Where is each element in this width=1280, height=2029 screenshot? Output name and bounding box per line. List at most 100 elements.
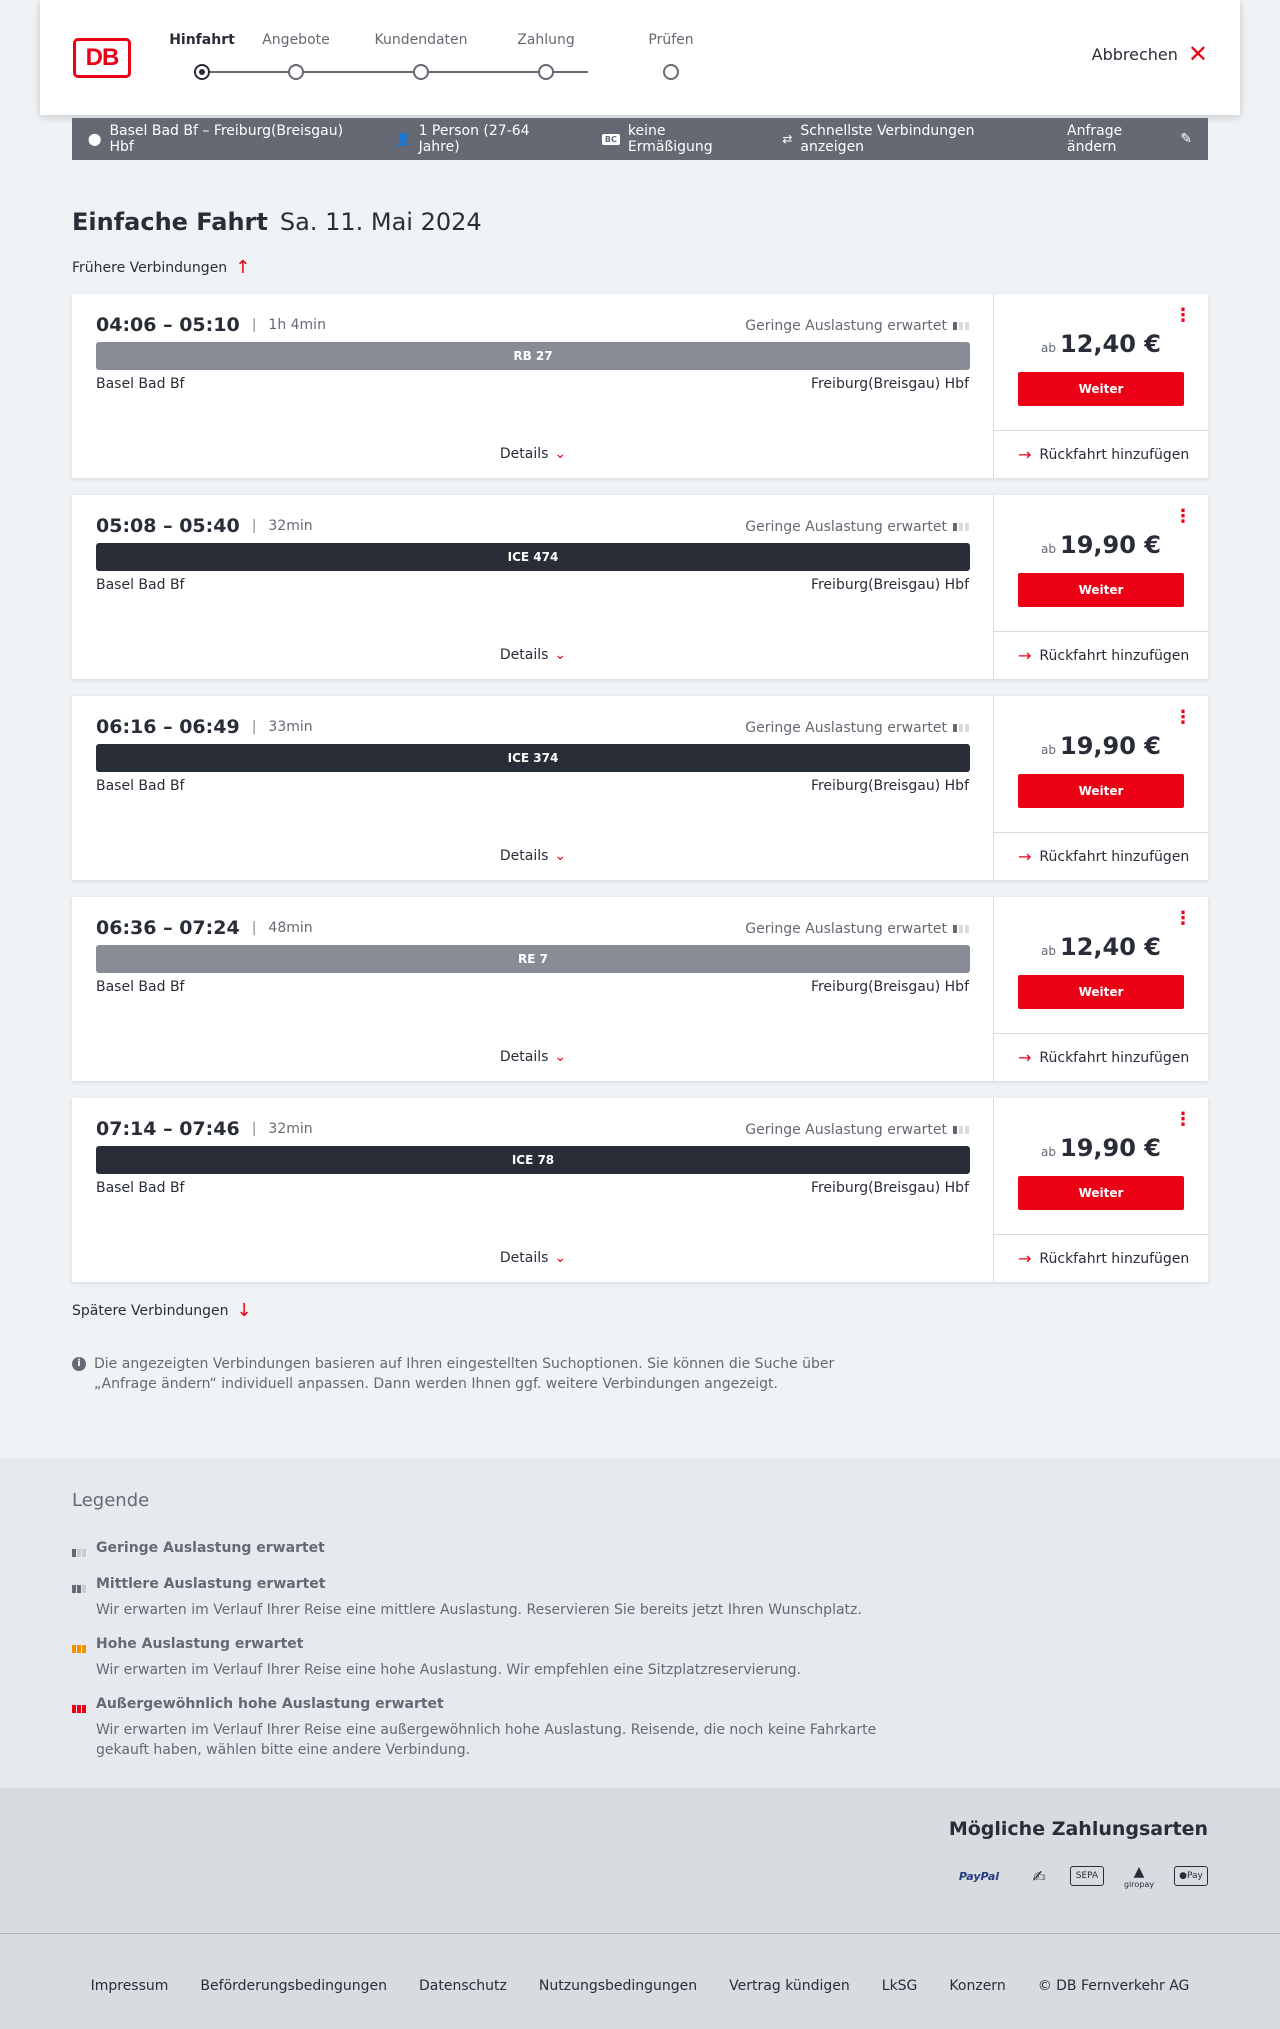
arrow-down-icon: ↓ bbox=[236, 1300, 252, 1321]
details-toggle[interactable]: Details ⌄ bbox=[72, 1049, 994, 1065]
step-dot bbox=[194, 64, 210, 80]
utilization-low-icon bbox=[953, 925, 969, 933]
add-return-trip-button[interactable]: → Rückfahrt hinzufügen bbox=[994, 832, 1208, 880]
details-toggle[interactable]: Details ⌄ bbox=[72, 446, 994, 462]
train-bar[interactable]: RE 7 bbox=[96, 945, 970, 973]
utilization-low-icon bbox=[953, 322, 969, 330]
footer-link-datenschutz[interactable]: Datenschutz bbox=[419, 1978, 507, 1994]
divider: | bbox=[251, 719, 257, 735]
details-toggle[interactable]: Details ⌄ bbox=[72, 1250, 994, 1266]
price: ab 19,90 € bbox=[994, 531, 1208, 559]
more-options-icon[interactable]: ⋮ bbox=[1174, 709, 1192, 727]
credit-card-icon: ✍ bbox=[1032, 1866, 1046, 1886]
route-text: Basel Bad Bf – Freiburg(Breisgau) Hbf bbox=[109, 123, 344, 155]
connection-info: 06:16 – 06:49 | 33min Geringe Auslastung… bbox=[72, 696, 994, 880]
price-prefix: ab bbox=[1041, 542, 1056, 556]
continue-button[interactable]: Weiter bbox=[1018, 372, 1184, 406]
legend-desc: Wir erwarten im Verlauf Ihrer Reise eine… bbox=[96, 1662, 801, 1678]
train-bar[interactable]: ICE 474 bbox=[96, 543, 970, 571]
continue-button[interactable]: Weiter bbox=[1018, 573, 1184, 607]
step-label: Angebote bbox=[262, 32, 330, 48]
route-summary[interactable]: ⬤ Basel Bad Bf – Freiburg(Breisgau) Hbf bbox=[88, 123, 364, 155]
cancel-label: Abbrechen bbox=[1091, 44, 1178, 64]
db-logo[interactable]: DB bbox=[73, 38, 131, 78]
continue-button[interactable]: Weiter bbox=[1018, 1176, 1184, 1210]
add-return-trip-button[interactable]: → Rückfahrt hinzufügen bbox=[994, 631, 1208, 679]
add-return-trip-button[interactable]: → Rückfahrt hinzufügen bbox=[994, 1033, 1208, 1081]
details-toggle[interactable]: Details ⌄ bbox=[72, 647, 994, 663]
price-prefix: ab bbox=[1041, 944, 1056, 958]
destination-station: Freiburg(Breisgau) Hbf bbox=[810, 1180, 969, 1196]
utilization-text: Geringe Auslastung erwartet bbox=[745, 720, 947, 736]
footer-links: Impressum Beförderungsbedingungen Datens… bbox=[0, 1978, 1280, 1994]
trip-type: Einfache Fahrt bbox=[72, 208, 268, 236]
more-options-icon[interactable]: ⋮ bbox=[1174, 1111, 1192, 1129]
footer: Impressum Beförderungsbedingungen Datens… bbox=[0, 1933, 1280, 2029]
add-return-trip-button[interactable]: → Rückfahrt hinzufügen bbox=[994, 1234, 1208, 1282]
step-dot bbox=[413, 64, 429, 80]
price-panel: ⋮ ab 19,90 € Weiter → Rückfahrt hinzufüge… bbox=[994, 696, 1208, 880]
price-panel: ⋮ ab 12,40 € Weiter → Rückfahrt hinzufüge… bbox=[994, 294, 1208, 478]
more-options-icon[interactable]: ⋮ bbox=[1174, 307, 1192, 325]
departure-arrival: 07:14 – 07:46 bbox=[96, 1118, 240, 1140]
legend-label: Hohe Auslastung erwartet bbox=[96, 1636, 304, 1652]
utilization-indicator: Geringe Auslastung erwartet bbox=[745, 318, 969, 334]
footer-link-befoerderungsbedingungen[interactable]: Beförderungsbedingungen bbox=[200, 1978, 387, 1994]
more-options-icon[interactable]: ⋮ bbox=[1174, 508, 1192, 526]
origin-station: Basel Bad Bf bbox=[96, 577, 185, 593]
sepa-icon: SEPA bbox=[1070, 1866, 1104, 1886]
legend-item-extreme: Außergewöhnlich hohe Auslastung erwartet… bbox=[72, 1694, 892, 1760]
legend-item-low: Geringe Auslastung erwartet bbox=[72, 1538, 892, 1558]
connection-card: 06:16 – 06:49 | 33min Geringe Auslastung… bbox=[72, 696, 1208, 880]
train-bar[interactable]: ICE 78 bbox=[96, 1146, 970, 1174]
close-icon: ✕ bbox=[1187, 40, 1208, 68]
origin-station: Basel Bad Bf bbox=[96, 979, 185, 995]
chevron-down-icon: ⌄ bbox=[554, 446, 567, 462]
payment-title: Mögliche Zahlungsarten bbox=[948, 1818, 1208, 1840]
departure-arrival: 04:06 – 05:10 bbox=[96, 314, 240, 336]
later-connections-link[interactable]: Spätere Verbindungen ↓ bbox=[72, 1300, 252, 1321]
footer-link-vertrag-kuendigen[interactable]: Vertrag kündigen bbox=[729, 1978, 850, 1994]
passenger-summary[interactable]: 👤 1 Person (27-64 Jahre) bbox=[396, 123, 570, 155]
price-panel: ⋮ ab 12,40 € Weiter → Rückfahrt hinzufüge… bbox=[994, 897, 1208, 1081]
bahncard-icon: BC bbox=[601, 133, 620, 145]
connection-info: 07:14 – 07:46 | 32min Geringe Auslastung… bbox=[72, 1098, 994, 1282]
utilization-text: Geringe Auslastung erwartet bbox=[745, 1122, 947, 1138]
add-return-trip-button[interactable]: → Rückfahrt hinzufügen bbox=[994, 430, 1208, 478]
change-request-button[interactable]: Anfrage ändern ✎ bbox=[1067, 123, 1192, 155]
more-options-icon[interactable]: ⋮ bbox=[1174, 910, 1192, 928]
continue-button[interactable]: Weiter bbox=[1018, 975, 1184, 1009]
price-amount: 19,90 € bbox=[1060, 531, 1161, 559]
add-return-label: Rückfahrt hinzufügen bbox=[1039, 1250, 1190, 1267]
train-bar[interactable]: ICE 374 bbox=[96, 744, 970, 772]
divider: | bbox=[251, 317, 257, 333]
legend-label: Außergewöhnlich hohe Auslastung erwartet bbox=[96, 1696, 444, 1712]
step-label: Zahlung bbox=[517, 32, 575, 48]
connection-times: 06:36 – 07:24 | 48min bbox=[96, 917, 313, 939]
footer-link-lksg[interactable]: LkSG bbox=[882, 1978, 918, 1994]
discount-summary[interactable]: BC keine Ermäßigung bbox=[601, 123, 750, 155]
earlier-connections-label: Frühere Verbindungen bbox=[72, 259, 228, 276]
price: ab 12,40 € bbox=[994, 933, 1208, 961]
train-bar[interactable]: RB 27 bbox=[96, 342, 970, 370]
details-toggle[interactable]: Details ⌄ bbox=[72, 848, 994, 864]
page-title: Einfache Fahrt Sa. 11. Mai 2024 bbox=[72, 208, 482, 236]
origin-station: Basel Bad Bf bbox=[96, 1180, 185, 1196]
giropay-icon: ▲ giropay bbox=[1123, 1863, 1155, 1889]
legend-label: Mittlere Auslastung erwartet bbox=[96, 1576, 326, 1592]
footer-link-nutzungsbedingungen[interactable]: Nutzungsbedingungen bbox=[539, 1978, 697, 1994]
footer-link-konzern[interactable]: Konzern bbox=[949, 1978, 1005, 1994]
progress-stepper: Hinfahrt Angebote Kundendaten Zahlung Pr… bbox=[169, 30, 694, 90]
step-kundendaten: Kundendaten bbox=[361, 30, 481, 80]
top-header: DB Hinfahrt Angebote Kundendaten Zahlung… bbox=[40, 0, 1240, 115]
connection-times: 05:08 – 05:40 | 32min bbox=[96, 515, 313, 537]
legend-item-high: Hohe Auslastung erwartet Wir erwarten im… bbox=[72, 1634, 892, 1680]
cancel-button[interactable]: Abbrechen ✕ bbox=[1091, 40, 1208, 68]
earlier-connections-link[interactable]: Frühere Verbindungen ↑ bbox=[72, 257, 250, 278]
legend-section: Legende Geringe Auslastung erwartet Mitt… bbox=[0, 1458, 1280, 1788]
fastest-toggle[interactable]: ⇄ Schnellste Verbindungen anzeigen bbox=[782, 123, 1035, 155]
duration: 48min bbox=[268, 920, 313, 936]
continue-button[interactable]: Weiter bbox=[1018, 774, 1184, 808]
footer-link-impressum[interactable]: Impressum bbox=[91, 1978, 169, 1994]
utilization-indicator: Geringe Auslastung erwartet bbox=[745, 1122, 969, 1138]
